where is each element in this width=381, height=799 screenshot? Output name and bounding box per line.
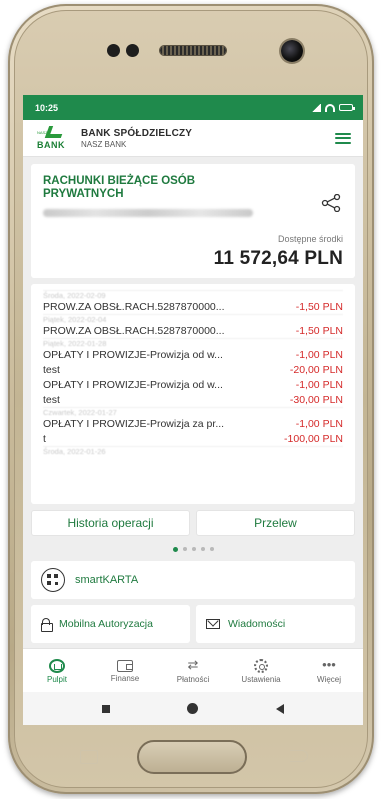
dashboard-content: RACHUNKI BIEŻĄCE OSÓB PRYWATNYCH Dostępn… — [23, 157, 363, 643]
history-amount: -1,50 PLN — [295, 300, 343, 313]
hardware-recent-key[interactable] — [80, 750, 98, 764]
hardware-home-button[interactable] — [137, 740, 247, 774]
history-row[interactable]: PROW.ZA OBSŁ.RACH.5287870000... -1,50 PLN — [43, 323, 343, 338]
carousel-dot[interactable] — [191, 547, 196, 551]
messages-button[interactable]: Wiadomości — [196, 605, 355, 643]
history-amount: -100,00 PLN — [284, 432, 343, 445]
battery-icon — [339, 104, 355, 111]
messages-label: Wiadomości — [228, 618, 286, 630]
history-date: Środa, 2022-02-09 — [43, 290, 343, 300]
wallet-icon — [117, 660, 133, 672]
account-title: RACHUNKI BIEŻĄCE OSÓB PRYWATNYCH — [43, 175, 196, 200]
envelope-icon — [206, 619, 220, 629]
history-description: t — [43, 432, 46, 445]
history-row[interactable]: test -30,00 PLN — [43, 392, 343, 407]
bank-name: BANK SPÓŁDZIELCZY NASZ BANK — [81, 128, 335, 149]
carousel-dot[interactable] — [209, 547, 214, 551]
quick-actions: Mobilna Autoryzacja Wiadomości — [31, 605, 355, 643]
front-camera — [281, 40, 303, 62]
mobile-auth-button[interactable]: Mobilna Autoryzacja — [31, 605, 190, 643]
available-funds-amount: 11 572,64 PLN — [213, 248, 343, 269]
nav-item-ustawienia[interactable]: Ustawienia — [227, 649, 295, 692]
hardware-back-key[interactable] — [290, 750, 308, 762]
recent-apps-icon[interactable] — [101, 704, 110, 713]
hamburger-menu-icon[interactable] — [335, 132, 351, 144]
history-amount: -1,00 PLN — [295, 378, 343, 391]
android-nav-bar — [23, 692, 363, 725]
status-time: 10:25 — [35, 102, 59, 113]
history-amount: -1,00 PLN — [295, 348, 343, 361]
transfer-button[interactable]: Przelew — [196, 510, 355, 536]
home-icon — [49, 658, 65, 673]
history-date: Piątek, 2022-02-04 — [43, 314, 343, 324]
lock-icon — [41, 618, 53, 632]
history-buttons: Historia operacji Przelew — [31, 510, 355, 536]
history-description: OPŁATY I PROWIZJE-Prowizja od w... — [43, 348, 223, 361]
history-description: OPŁATY I PROWIZJE-Prowizja za pr... — [43, 417, 225, 430]
history-row[interactable]: OPŁATY I PROWIZJE-Prowizja od w... -1,00 … — [43, 377, 343, 392]
signal-icon — [311, 103, 321, 112]
qr-code-icon — [41, 568, 65, 592]
wifi-icon — [325, 103, 335, 112]
nav-item-wiecej[interactable]: ••• Więcej — [295, 649, 363, 692]
bank-logo: NASZ BANK — [37, 126, 71, 150]
gear-icon — [254, 658, 268, 673]
history-list: Środa, 2022-02-09 PROW.ZA OBSŁ.RACH.52878… — [43, 290, 343, 456]
history-button[interactable]: Historia operacji — [31, 510, 190, 536]
carousel-dots[interactable] — [31, 547, 355, 552]
mobile-auth-label: Mobilna Autoryzacja — [59, 618, 153, 630]
history-row[interactable]: test -20,00 PLN — [43, 362, 343, 377]
history-card: Środa, 2022-02-09 PROW.ZA OBSŁ.RACH.52878… — [31, 284, 355, 504]
app-header: NASZ BANK BANK SPÓŁDZIELCZY NASZ BANK — [23, 120, 363, 157]
history-date: Czwartek, 2022-01-27 — [43, 407, 343, 417]
transfer-arrows-icon: ⇄ — [187, 657, 199, 672]
history-description: test — [43, 393, 60, 406]
bottom-nav: Pulpit Finanse ⇄ Płatności Ustawienia ••… — [23, 648, 363, 692]
status-bar: 10:25 — [23, 95, 363, 120]
history-amount: -1,50 PLN — [295, 324, 343, 337]
history-amount: -20,00 PLN — [289, 363, 343, 376]
earpiece-speaker — [160, 46, 226, 55]
history-description: test — [43, 363, 60, 376]
history-date: Piątek, 2022-01-28 — [43, 338, 343, 348]
home-button-icon[interactable] — [187, 703, 199, 714]
bank-title: BANK SPÓŁDZIELCZY — [81, 127, 193, 139]
history-date: Środa, 2022-01-26 — [43, 446, 343, 456]
account-card[interactable]: RACHUNKI BIEŻĄCE OSÓB PRYWATNYCH Dostępn… — [31, 164, 355, 278]
nav-item-platnosci[interactable]: ⇄ Płatności — [159, 649, 227, 692]
history-description: PROW.ZA OBSŁ.RACH.5287870000... — [43, 300, 225, 313]
carousel-dot[interactable] — [200, 547, 205, 551]
history-amount: -30,00 PLN — [289, 393, 343, 406]
nav-item-pulpit[interactable]: Pulpit — [23, 649, 91, 692]
history-row[interactable]: PROW.ZA OBSŁ.RACH.5287870000... -1,50 PLN — [43, 299, 343, 314]
share-icon[interactable] — [321, 194, 341, 212]
account-number-blurred — [43, 209, 253, 217]
smartkarta-tile[interactable]: smartKARTA — [31, 561, 355, 599]
sensor-dots — [107, 44, 143, 58]
available-funds-label: Dostępne środki — [277, 234, 343, 244]
history-description: OPŁATY I PROWIZJE-Prowizja od w... — [43, 378, 223, 391]
more-icon: ••• — [322, 657, 336, 672]
nav-item-finanse[interactable]: Finanse — [91, 649, 159, 692]
history-row[interactable]: OPŁATY I PROWIZJE-Prowizja za pr... -1,00… — [43, 416, 343, 431]
history-row[interactable]: OPŁATY I PROWIZJE-Prowizja od w... -1,00 … — [43, 347, 343, 362]
smartkarta-label: smartKARTA — [75, 574, 139, 586]
phone-screen: 10:25 NASZ BANK BANK SPÓŁDZIELCZY NASZ B… — [23, 95, 363, 725]
carousel-dot[interactable] — [172, 547, 178, 552]
back-icon[interactable] — [276, 703, 285, 714]
history-amount: -1,00 PLN — [295, 417, 343, 430]
history-row[interactable]: t -100,00 PLN — [43, 431, 343, 446]
status-icons — [311, 103, 355, 112]
carousel-dot[interactable] — [182, 547, 187, 551]
bank-subtitle: NASZ BANK — [81, 139, 127, 149]
history-description: PROW.ZA OBSŁ.RACH.5287870000... — [43, 324, 225, 337]
